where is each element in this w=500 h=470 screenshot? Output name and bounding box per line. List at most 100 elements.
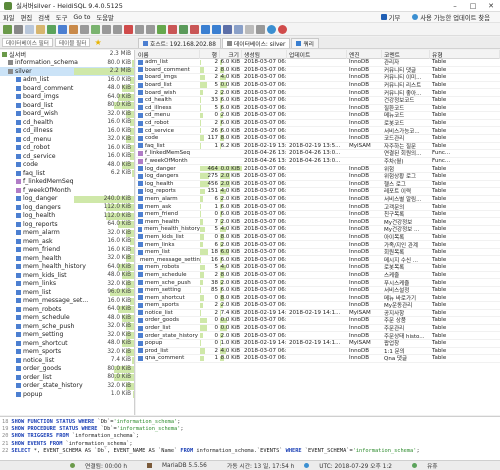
tab-host[interactable]: 호스트: 192.168.202.88 [138,37,221,48]
format-icon[interactable] [234,24,243,34]
tree-item[interactable]: log_dangers 112.0 KiB [0,203,134,212]
table-cell: 커뮤니티 리스트 [382,81,430,89]
save-icon[interactable] [223,24,232,34]
new-icon[interactable] [58,24,67,34]
tree-item[interactable]: mem_links 32.0 KiB [0,280,134,289]
cell-value: log_health [145,180,174,187]
tree-item[interactable]: f_linkedMemSeq [0,178,134,187]
settings-icon[interactable] [256,24,265,34]
tree-item[interactable]: order_list 80.0 KiB [0,373,134,382]
database-filter-input[interactable]: 데이터베이스 필터 [2,38,53,47]
tree-item[interactable]: board_imgs 64.0 KiB [0,93,134,102]
disconnect-icon[interactable] [14,24,23,34]
tree-item[interactable]: log_reports 64.0 KiB [0,220,134,229]
search-icon[interactable] [245,24,254,34]
paste-icon[interactable] [36,24,45,34]
tree-item[interactable]: faq_list 6.2 KiB [0,169,134,178]
tree-item[interactable]: mem_ask 16.0 KiB [0,237,134,246]
tree-item[interactable]: board_wish 32.0 KiB [0,110,134,119]
tree-item[interactable]: order_goods 80.0 KiB [0,365,134,374]
col-size[interactable]: 크기 [220,50,242,59]
tree-item[interactable]: mem_sche_push 32.0 KiB [0,322,134,331]
tree-item[interactable]: notice_list 7.4 KiB [0,356,134,365]
user-icon[interactable] [69,24,78,34]
tree-item[interactable]: board_comment 48.0 KiB [0,84,134,93]
tree-item[interactable]: popup 1.0 KiB [0,390,134,399]
menu-goto[interactable]: Go to [73,14,90,21]
tree-item[interactable]: cd_robot 16.0 KiB [0,144,134,153]
exit-icon[interactable] [278,24,287,34]
tree-item[interactable]: mem_list 96.0 KiB [0,288,134,297]
tab-query[interactable]: 쿼리 [291,37,319,48]
tree-item[interactable]: mem_sports 32.0 KiB [0,348,134,357]
menu-search[interactable]: 검색 [38,13,50,22]
cancel-icon[interactable] [190,24,199,34]
help-icon[interactable] [267,24,276,34]
close-button[interactable]: ✕ [482,0,500,12]
export-icon[interactable] [91,24,100,34]
prev-record-icon[interactable] [113,24,122,34]
menu-file[interactable]: 파일 [3,13,15,22]
menu-help[interactable]: 도움말 [96,13,113,22]
tree-item[interactable]: information_schema 80.0 KiB [0,59,134,68]
tree-item[interactable]: f_weekOfMonth [0,186,134,195]
import-icon[interactable] [80,24,89,34]
tree-item[interactable]: mem_health 32.0 KiB [0,254,134,263]
tree-item[interactable]: mem_friend 16.0 KiB [0,246,134,255]
tree-item[interactable]: mem_schedule 48.0 KiB [0,314,134,323]
tree-item[interactable]: mem_setting 32.0 KiB [0,331,134,340]
size-bar [200,256,202,263]
tree-item[interactable]: adm_list 16.0 KiB [0,76,134,85]
cell-value: 16.0 KiB [220,256,240,263]
tree-item[interactable]: mem_robots 64.0 KiB [0,305,134,314]
sql-log[interactable]: 18 SHOW FUNCTION STATUS WHERE `Db`='infor… [0,416,500,460]
col-name[interactable]: 이름 [136,50,200,59]
tree-item[interactable]: cd_health 16.0 KiB [0,118,134,127]
tree-item[interactable]: mem_message_set... 16.0 KiB [0,297,134,306]
next-record-icon[interactable] [135,24,144,34]
tree-item[interactable]: cd_illness 16.0 KiB [0,127,134,136]
tree-item[interactable]: mem_shortcut 48.0 KiB [0,339,134,348]
col-comment[interactable]: 코멘트 [382,50,430,59]
add-icon[interactable] [157,24,166,34]
tree-item[interactable]: code 48.0 KiB [0,161,134,170]
tree-item[interactable]: cd_menu 32.0 KiB [0,135,134,144]
refresh-icon[interactable] [47,24,56,34]
run-icon[interactable] [201,24,210,34]
tree-item-size: 16.0 KiB [107,153,131,160]
mariadb-icon [147,463,153,468]
tree-item[interactable]: board_list 80.0 KiB [0,101,134,110]
delete-icon[interactable] [168,24,177,34]
stop-icon[interactable] [124,24,133,34]
last-record-icon[interactable] [146,24,155,34]
col-type[interactable]: 유형 [430,50,500,59]
tree-item[interactable]: order_state_history 32.0 KiB [0,382,134,391]
table-row[interactable]: qna_comment 148.0 KiB 2018-03-07 06:5... In… [136,355,500,363]
run-selection-icon[interactable] [212,24,221,34]
col-rows[interactable]: 행 [200,50,220,59]
tree-root[interactable]: 실서버 2.3 MiB [0,50,134,59]
donate-link[interactable]: 기부 [380,13,407,22]
menu-edit[interactable]: 편집 [21,13,33,22]
tree-item[interactable]: log_danger 240.0 KiB [0,195,134,204]
star-icon[interactable]: ★ [94,38,101,47]
tree-item[interactable]: cd_service 16.0 KiB [0,152,134,161]
maximize-button[interactable]: □ [464,0,482,12]
copy-icon[interactable] [25,24,34,34]
col-updated[interactable]: 업데이트 [287,50,347,59]
tree-item[interactable]: mem_kids_list 48.0 KiB [0,271,134,280]
table-filter-input[interactable]: 테이블 필터 [54,38,91,47]
first-record-icon[interactable] [102,24,111,34]
col-engine[interactable]: 엔진 [347,50,382,59]
col-created[interactable]: 생성됨 [242,50,287,59]
session-manager-icon[interactable] [3,24,12,34]
minimize-button[interactable]: – [446,0,464,12]
tab-database[interactable]: 데이터베이스: silver [221,37,291,48]
update-link[interactable]: 사용 가능한 업데이트 찾음 [412,13,496,22]
tree-item[interactable]: log_health 112.0 KiB [0,212,134,221]
tree-item[interactable]: silver 2.2 MiB [0,67,134,76]
tree-item[interactable]: mem_health_history 64.0 KiB [0,263,134,272]
tree-item[interactable]: mem_alarm 32.0 KiB [0,229,134,238]
post-icon[interactable] [179,24,188,34]
menu-tools[interactable]: 도구 [56,13,68,22]
